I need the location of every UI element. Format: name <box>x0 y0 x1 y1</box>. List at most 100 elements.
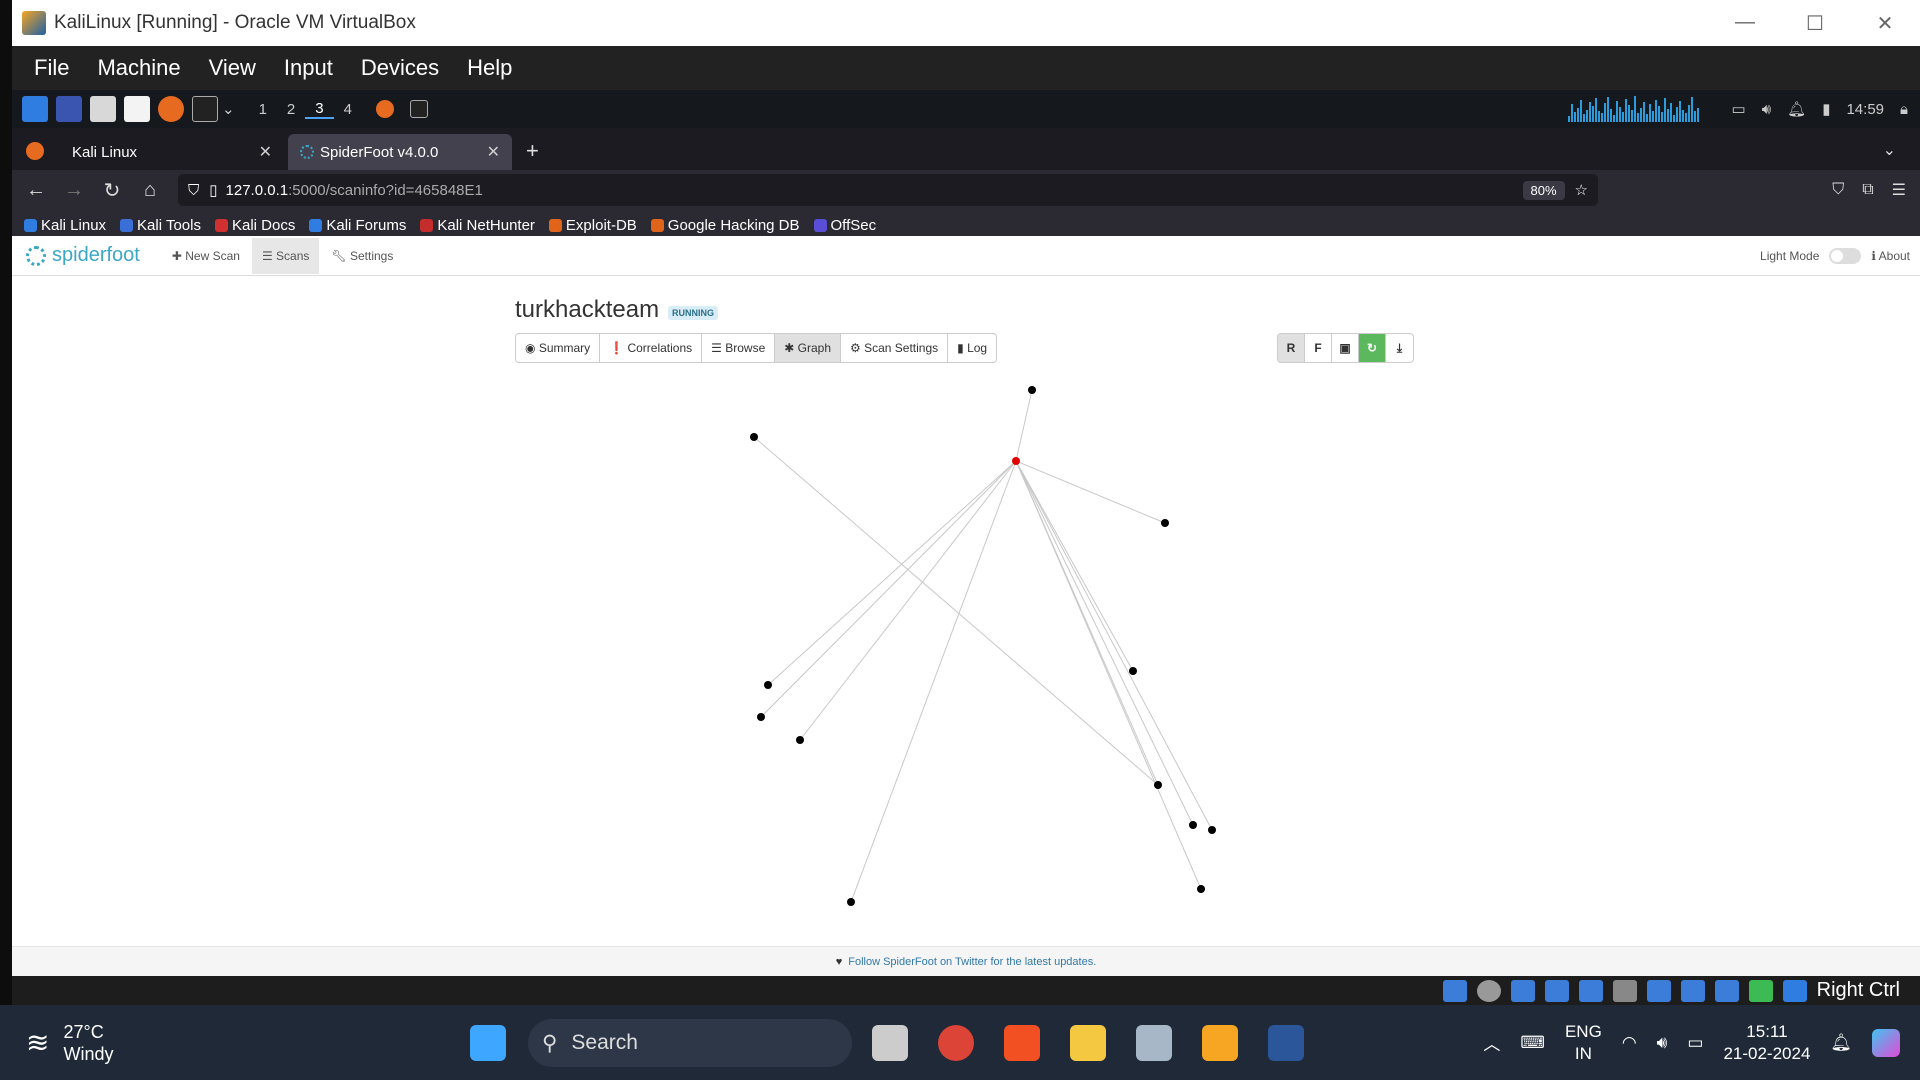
language-indicator[interactable]: ENG IN <box>1565 1021 1602 1065</box>
menu-file[interactable]: File <box>20 55 83 81</box>
workspace-3[interactable]: 3 <box>305 100 334 119</box>
graph-node[interactable] <box>1129 667 1137 675</box>
battery-icon[interactable]: ▮ <box>1822 100 1830 118</box>
desktop-icon[interactable] <box>56 96 82 122</box>
menu-machine[interactable]: Machine <box>83 55 194 81</box>
tab-kali-linux[interactable]: Kali Linux ✕ <box>60 134 284 170</box>
graph-node[interactable] <box>1189 821 1197 829</box>
close-button[interactable]: ✕ <box>1850 11 1920 36</box>
panel-clock[interactable]: 14:59 <box>1846 101 1884 118</box>
download-icon[interactable]: ⤓ <box>1386 334 1413 362</box>
firefox-view-icon[interactable] <box>26 142 44 160</box>
bookmark-kali-tools[interactable]: Kali Tools <box>120 217 201 234</box>
chrome-icon[interactable] <box>938 1025 974 1061</box>
terminal-icon[interactable] <box>192 96 218 122</box>
notification-bell-icon[interactable]: 🔔︎ <box>1830 1033 1852 1053</box>
terminal-task-icon[interactable] <box>409 100 428 118</box>
list-tabs-icon[interactable]: ⌄ <box>1883 140 1896 160</box>
new-tab-button[interactable]: + <box>526 138 539 164</box>
taskbar-search[interactable]: ⚲ Search <box>528 1019 852 1067</box>
audio-icon[interactable] <box>1510 979 1535 1002</box>
optical-drive-icon[interactable] <box>1476 979 1501 1002</box>
maximize-button[interactable]: ☐ <box>1780 11 1850 36</box>
tab-scan-settings[interactable]: ⚙ Scan Settings <box>841 334 949 362</box>
graph-node[interactable] <box>757 713 765 721</box>
graph-node[interactable] <box>1161 519 1169 527</box>
graph-node[interactable] <box>764 681 772 689</box>
image-export-icon[interactable]: ▣ <box>1332 334 1359 362</box>
text-editor-icon[interactable] <box>124 96 150 122</box>
virtualbox-app-icon[interactable] <box>1136 1025 1172 1061</box>
graph-node[interactable] <box>750 433 758 441</box>
tab-correlations[interactable]: ❗ Correlations <box>600 334 703 362</box>
file-explorer-icon[interactable] <box>1070 1025 1106 1061</box>
kali-menu-icon[interactable] <box>22 96 48 122</box>
bookmark-exploit-db[interactable]: Exploit-DB <box>548 217 637 234</box>
tab-graph[interactable]: ✱ Graph <box>775 334 841 362</box>
task-view-icon[interactable] <box>872 1025 908 1061</box>
tab-browse[interactable]: ☰ Browse <box>702 334 776 362</box>
workspace-2[interactable]: 2 <box>277 101 305 118</box>
shared-folder-icon[interactable] <box>1612 979 1637 1002</box>
close-tab-icon[interactable]: ✕ <box>259 142 272 162</box>
display-icon[interactable] <box>1646 979 1671 1002</box>
bookmark-kali-forums[interactable]: Kali Forums <box>309 217 406 234</box>
battery-icon[interactable]: ▭ <box>1687 1033 1703 1053</box>
hamburger-menu-icon[interactable]: ☰ <box>1892 180 1906 200</box>
video-capture-icon[interactable] <box>1680 979 1705 1002</box>
menu-help[interactable]: Help <box>453 55 526 81</box>
bookmark-kali-docs[interactable]: Kali Docs <box>214 217 295 234</box>
wifi-icon[interactable]: ◠ <box>1622 1033 1637 1053</box>
word-icon[interactable] <box>1268 1025 1304 1061</box>
graph-node[interactable] <box>1197 885 1205 893</box>
vt-x-icon[interactable] <box>1714 979 1739 1002</box>
minimize-button[interactable]: — <box>1710 11 1780 36</box>
volume-icon[interactable]: 🔊︎ <box>1762 101 1771 118</box>
copilot-icon[interactable] <box>1872 1028 1900 1057</box>
menu-view[interactable]: View <box>195 55 270 81</box>
keyboard-icon[interactable]: ⌨ <box>1520 1033 1545 1053</box>
graph-node[interactable] <box>796 736 804 744</box>
pocket-icon[interactable]: ⛉ <box>1832 181 1844 199</box>
zoom-indicator[interactable]: 80% <box>1522 180 1565 200</box>
graph-node[interactable] <box>847 898 855 906</box>
graph-node[interactable] <box>1028 386 1036 394</box>
windows-start-icon[interactable] <box>470 1025 506 1061</box>
close-tab-icon[interactable]: ✕ <box>487 142 500 162</box>
firefox-icon[interactable] <box>158 96 184 122</box>
menu-devices[interactable]: Devices <box>347 55 453 81</box>
menu-input[interactable]: Input <box>270 55 347 81</box>
graph-node[interactable] <box>1208 826 1216 834</box>
workspace-1[interactable]: 1 <box>249 101 277 118</box>
url-bar[interactable]: ⛉ ▯ 127.0.0.1:5000/scaninfo?id=465848E1 … <box>178 174 1598 206</box>
microsoft-store-icon[interactable] <box>1004 1025 1040 1061</box>
firefox-task-icon[interactable] <box>375 100 394 118</box>
network-icon[interactable] <box>1544 979 1569 1002</box>
file-manager-icon[interactable] <box>90 96 116 122</box>
bookmark-kali-nethunter[interactable]: Kali NetHunter <box>420 217 535 234</box>
graph-node[interactable] <box>1154 781 1162 789</box>
tab-spiderfoot[interactable]: SpiderFoot v4.0.0 ✕ <box>288 134 512 170</box>
bookmark-star-icon[interactable]: ☆ <box>1575 181 1588 199</box>
usb-icon[interactable] <box>1578 979 1603 1002</box>
virtualbox-vm-icon[interactable] <box>1202 1025 1238 1061</box>
guest-additions-icon[interactable] <box>1748 979 1773 1002</box>
graph-force-layout-button[interactable]: F <box>1305 334 1332 362</box>
bookmark-offsec[interactable]: OffSec <box>813 217 876 234</box>
tab-log[interactable]: ▮ Log <box>948 334 996 362</box>
home-icon[interactable]: ⌂ <box>140 179 160 202</box>
forward-icon[interactable]: → <box>64 179 84 202</box>
graph-root-node[interactable] <box>1012 457 1020 465</box>
twitter-link[interactable]: Follow SpiderFoot on Twitter for the lat… <box>848 956 1096 968</box>
display-icon[interactable]: ▭ <box>1732 100 1746 118</box>
tab-summary[interactable]: ◉ Summary <box>516 334 601 362</box>
notification-icon[interactable]: 🔔︎ <box>1787 100 1806 118</box>
workspace-4[interactable]: 4 <box>334 101 362 118</box>
shield-icon[interactable]: ⛉ <box>188 182 199 199</box>
graph-random-layout-button[interactable]: R <box>1278 334 1305 362</box>
extensions-icon[interactable]: ⧉ <box>1862 181 1873 199</box>
speaker-icon[interactable]: 🔊︎ <box>1657 1033 1668 1053</box>
lock-icon[interactable]: 🔒︎ <box>1900 101 1908 118</box>
reload-icon[interactable]: ↻ <box>102 178 122 203</box>
chevron-down-icon[interactable]: ⌄ <box>222 100 235 118</box>
